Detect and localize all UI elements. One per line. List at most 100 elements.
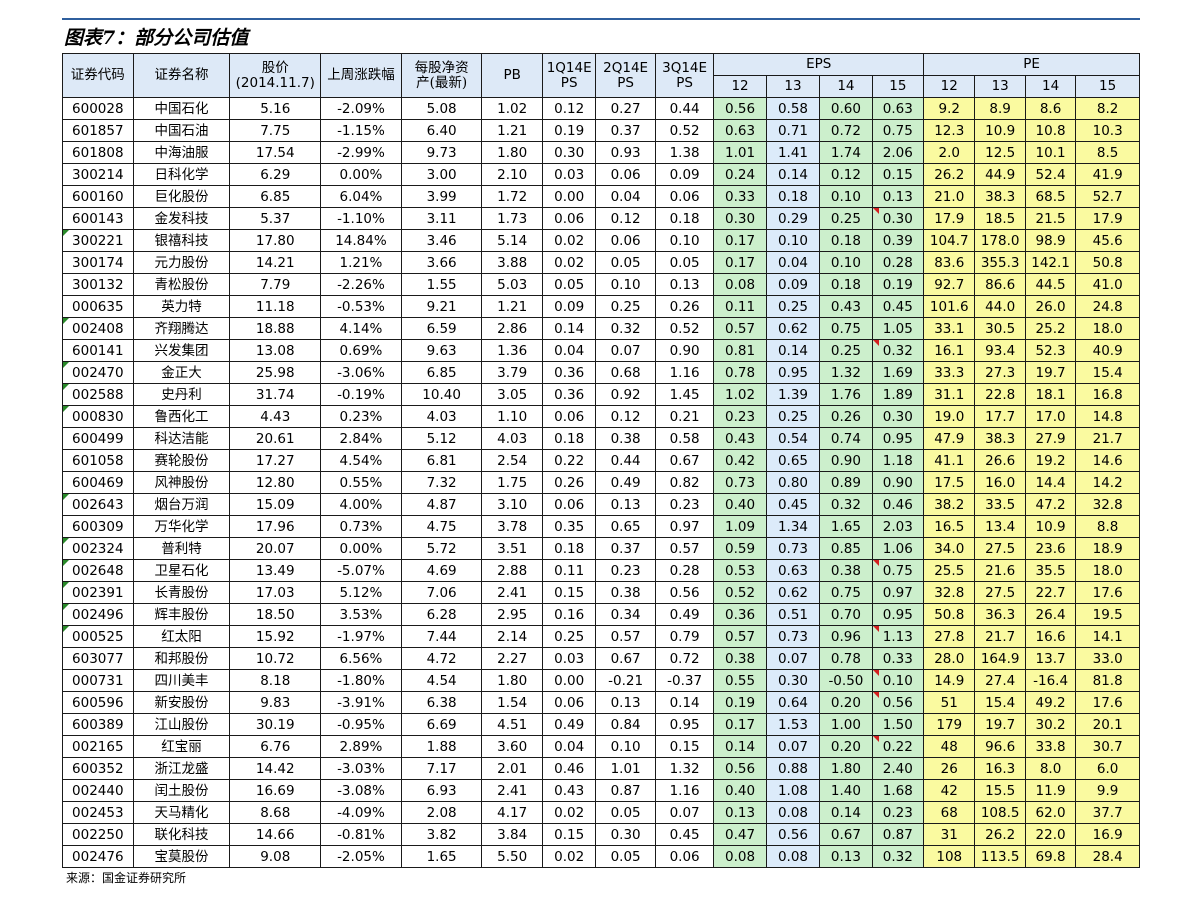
cell-code: 002588 [62,383,134,406]
cell-pe: 27.8 [923,625,976,648]
cell-pe: 22.0 [1024,823,1077,846]
cell-q2: 0.87 [595,779,656,802]
cell-eps: 0.11 [713,295,767,318]
cell-bvps: 3.46 [400,229,483,252]
cell-pe: 52.3 [1024,339,1077,362]
cell-eps: 1.76 [819,383,873,406]
table-row: 002440 闰土股份 16.69 -3.08% 6.93 2.41 0.43 0.87 1.1… [62,779,1140,802]
cell-weekly: -0.81% [320,823,402,846]
header-q2: 2Q14E PS [595,53,656,98]
cell-weekly: 2.89% [320,735,402,758]
cell-price: 15.92 [229,625,322,648]
cell-name: 四川美丰 [132,669,231,692]
table-row: 600309 万华化学 17.96 0.73% 4.75 3.78 0.35 0.65 0.97… [62,515,1140,538]
cell-pe: 14.1 [1075,625,1140,648]
cell-price: 25.98 [229,361,322,384]
cell-code: 600596 [62,691,134,714]
cell-weekly: -1.15% [320,119,402,142]
header-eps-year: 13 [765,75,821,98]
cell-pe: 11.9 [1024,779,1077,802]
header-pe-year: 13 [974,75,1026,98]
cell-pe: 81.8 [1075,669,1140,692]
cell-pe: 47.9 [923,427,976,450]
cell-price: 14.66 [229,823,322,846]
header-q2-line1: 2Q14E [603,59,649,76]
cell-code: 000525 [62,625,134,648]
cell-q2: 0.93 [595,141,656,164]
cell-name: 新安股份 [132,691,231,714]
cell-pb: 5.50 [481,845,543,868]
cell-weekly: -0.53% [320,295,402,318]
cell-eps: 0.18 [819,229,873,252]
cell-pe: 42 [923,779,976,802]
cell-q2: 0.07 [595,339,656,362]
cell-q3: 0.14 [654,691,715,714]
cell-pb: 5.03 [481,273,543,296]
cell-bvps: 3.00 [400,163,483,186]
cell-q1: 0.26 [541,471,597,494]
table-row: 600143 金发科技 5.37 -1.10% 3.11 1.73 0.06 0.12 0.18… [62,207,1140,230]
cell-weekly: 6.04% [320,185,402,208]
cell-code: 002648 [62,559,134,582]
cell-q1: 0.02 [541,845,597,868]
table-row: 000635 英力特 11.18 -0.53% 9.21 1.21 0.09 0.25 0.26… [62,295,1140,318]
cell-eps: 0.38 [713,647,767,670]
cell-pe: 14.9 [923,669,976,692]
cell-q3: 0.49 [654,603,715,626]
cell-eps: 1.18 [871,449,925,472]
cell-q1: 0.36 [541,361,597,384]
cell-eps: 0.18 [819,273,873,296]
cell-pe: 44.0 [974,295,1026,318]
cell-eps: 0.97 [871,581,925,604]
cell-pe: 33.3 [923,361,976,384]
cell-eps: 0.67 [819,823,873,846]
cell-name: 赛轮股份 [132,449,231,472]
cell-code: 002165 [62,735,134,758]
cell-name: 万华化学 [132,515,231,538]
cell-pe: 26.2 [923,163,976,186]
cell-pe: 22.8 [974,383,1026,406]
cell-pe: 21.6 [974,559,1026,582]
cell-eps: 1.41 [765,141,821,164]
cell-name: 齐翔腾达 [132,317,231,340]
cell-bvps: 6.69 [400,713,483,736]
cell-q3: 0.45 [654,823,715,846]
cell-q1: 0.16 [541,603,597,626]
cell-pe: 32.8 [1075,493,1140,516]
cell-price: 31.74 [229,383,322,406]
table-row: 002643 烟台万润 15.09 4.00% 4.87 3.10 0.06 0.13 0.23… [62,493,1140,516]
cell-weekly: -4.09% [320,801,402,824]
cell-eps: 0.25 [819,207,873,230]
cell-eps: 1.02 [713,383,767,406]
cell-bvps: 3.82 [400,823,483,846]
cell-name: 风神股份 [132,471,231,494]
cell-weekly: 14.84% [320,229,402,252]
cell-eps: 1.39 [765,383,821,406]
cell-price: 17.27 [229,449,322,472]
cell-eps: 0.55 [713,669,767,692]
cell-pe: 14.8 [1075,405,1140,428]
cell-q2: 0.05 [595,845,656,868]
cell-pe: 27.5 [974,581,1026,604]
cell-eps: 0.14 [713,735,767,758]
cell-name: 元力股份 [132,251,231,274]
table-row: 600499 科达洁能 20.61 2.84% 5.12 4.03 0.18 0.38 0.58… [62,427,1140,450]
cell-pe: 15.4 [1075,361,1140,384]
header-eps-year: 15 [871,75,925,98]
cell-code: 600141 [62,339,134,362]
table-row: 300221 银禧科技 17.80 14.84% 3.46 5.14 0.02 0.06 0.1… [62,229,1140,252]
header-q1-line2: PS [560,74,578,91]
cell-q3: 0.52 [654,119,715,142]
cell-eps: 0.32 [819,493,873,516]
cell-q2: 0.10 [595,273,656,296]
cell-pe: 28.4 [1075,845,1140,868]
header-eps-year: 14 [819,75,873,98]
cell-pe: 26.6 [974,449,1026,472]
cell-q1: 0.00 [541,185,597,208]
header-q3-line1: 3Q14E [662,59,708,76]
cell-price: 5.37 [229,207,322,230]
cell-price: 17.54 [229,141,322,164]
cell-pe: 38.3 [974,185,1026,208]
cell-q2: 0.25 [595,295,656,318]
cell-name: 红宝丽 [132,735,231,758]
